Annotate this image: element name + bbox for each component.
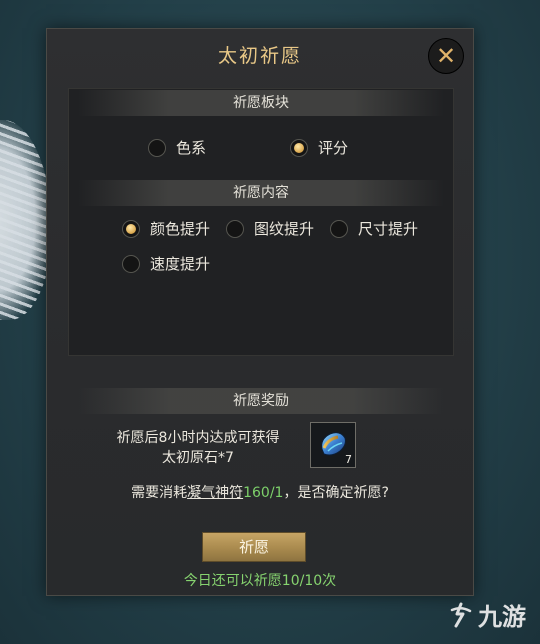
reward-line-1: 祈愿后8小时内达成可获得 — [116, 430, 280, 446]
close-button[interactable]: ✕ — [428, 38, 464, 74]
radio-dot-selected — [290, 138, 308, 157]
radio-speed-boost[interactable]: 速度提升 — [122, 253, 210, 274]
watermark-logo-icon — [450, 602, 472, 627]
radio-pattern-boost[interactable]: 图纹提升 — [226, 218, 314, 239]
watermark-text: 九游 — [478, 603, 526, 631]
wish-button[interactable]: 祈愿 — [202, 532, 306, 562]
confirm-suffix: ，是否确定祈愿? — [283, 485, 389, 501]
radio-label: 速度提升 — [150, 255, 211, 273]
radio-dot — [226, 219, 244, 238]
radio-size-boost[interactable]: 尺寸提升 — [330, 218, 418, 239]
cost-item-name[interactable]: 凝气神符 — [187, 485, 243, 501]
section-header-wish-reward: 祈愿奖励 — [78, 388, 444, 414]
radio-color-boost[interactable]: 颜色提升 — [122, 218, 210, 239]
reward-item-slot[interactable]: 7 — [310, 422, 356, 468]
item-count: 7 — [345, 453, 352, 466]
section-header-wish-block: 祈愿板块 — [78, 90, 444, 116]
radio-dot-selected — [122, 219, 140, 238]
radio-score[interactable]: 评分 — [290, 137, 348, 158]
reward-line-2: 太初原石*7 — [162, 450, 234, 466]
watermark-logo: 九游 — [448, 597, 526, 632]
radio-color-series[interactable]: 色系 — [148, 137, 206, 158]
radio-label: 图纹提升 — [254, 220, 315, 238]
confirm-prefix: 需要消耗 — [131, 485, 188, 501]
radio-dot — [330, 219, 348, 238]
radio-label: 评分 — [318, 139, 349, 157]
section-header-wish-content: 祈愿内容 — [78, 180, 444, 206]
dialog-title: 太初祈愿 — [217, 45, 302, 67]
radio-label: 尺寸提升 — [358, 220, 419, 238]
radio-dot — [122, 254, 140, 273]
angel-wing-decoration — [0, 120, 52, 320]
close-icon: ✕ — [435, 42, 457, 70]
reward-description: 祈愿后8小时内达成可获得 太初原石*7 — [98, 428, 298, 468]
radio-label: 色系 — [176, 139, 207, 157]
confirm-cost-text: 需要消耗凝气神符160/1，是否确定祈愿? — [48, 482, 472, 502]
cost-amount: 160/1 — [243, 485, 284, 501]
remaining-wishes-text: 今日还可以祈愿10/10次 — [183, 573, 337, 589]
radio-label: 颜色提升 — [150, 220, 211, 238]
radio-dot — [148, 138, 166, 157]
